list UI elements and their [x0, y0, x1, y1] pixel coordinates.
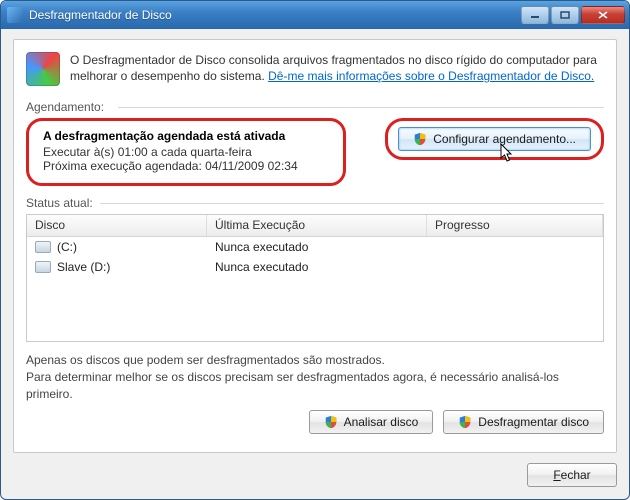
shield-icon	[413, 132, 427, 146]
analyze-label: Analisar disco	[344, 415, 419, 429]
drive-icon	[35, 261, 51, 273]
hint-line1: Apenas os discos que podem ser desfragme…	[26, 352, 604, 369]
close-button[interactable]: Fechar	[527, 463, 617, 487]
maximize-button[interactable]	[551, 6, 579, 24]
disk-list-header: Disco Última Execução Progresso	[27, 215, 603, 237]
schedule-row: A desfragmentação agendada está ativada …	[26, 118, 604, 186]
configure-schedule-button[interactable]: Configurar agendamento...	[398, 127, 591, 151]
defrag-icon	[26, 52, 60, 86]
window-title: Desfragmentador de Disco	[29, 8, 521, 22]
disk-cell: (C:)	[27, 240, 207, 254]
last-run-cell: Nunca executado	[207, 260, 427, 274]
drive-icon	[35, 241, 51, 253]
footer-buttons: Fechar	[13, 463, 617, 487]
intro-section: O Desfragmentador de Disco consolida arq…	[26, 52, 604, 86]
intro-text: O Desfragmentador de Disco consolida arq…	[70, 52, 604, 86]
action-buttons: Analisar disco Desfragmentar disco	[26, 410, 604, 434]
app-icon	[7, 7, 23, 23]
disk-name: Slave (D:)	[57, 260, 110, 274]
column-disk[interactable]: Disco	[27, 215, 207, 236]
column-last-run[interactable]: Última Execução	[207, 215, 427, 236]
defragmenter-window: Desfragmentador de Disco O Desfragmentad…	[0, 0, 630, 500]
schedule-next-run-text: Próxima execução agendada: 04/11/2009 02…	[43, 159, 329, 173]
shield-icon	[458, 415, 472, 429]
window-buttons	[521, 6, 625, 24]
configure-highlight: Configurar agendamento...	[385, 118, 604, 160]
minimize-button[interactable]	[521, 6, 549, 24]
schedule-status-box: A desfragmentação agendada está ativada …	[26, 118, 346, 186]
close-window-button[interactable]	[581, 6, 625, 24]
titlebar: Desfragmentador de Disco	[1, 1, 629, 29]
minimize-icon	[530, 11, 540, 19]
table-row[interactable]: Slave (D:) Nunca executado	[27, 257, 603, 277]
table-row[interactable]: (C:) Nunca executado	[27, 237, 603, 257]
close-label: Fechar	[553, 468, 590, 482]
disk-list-body: (C:) Nunca executado Slave (D:) Nunca ex…	[27, 237, 603, 341]
content-area: O Desfragmentador de Disco consolida arq…	[1, 29, 629, 499]
close-icon	[598, 11, 608, 19]
schedule-label: Agendamento:	[26, 100, 604, 114]
last-run-cell: Nunca executado	[207, 240, 427, 254]
disk-name: (C:)	[57, 240, 77, 254]
shield-icon	[324, 415, 338, 429]
hint-text: Apenas os discos que podem ser desfragme…	[26, 352, 604, 402]
defragment-disk-button[interactable]: Desfragmentar disco	[443, 410, 604, 434]
disk-cell: Slave (D:)	[27, 260, 207, 274]
disk-list: Disco Última Execução Progresso (C:) Nun…	[26, 214, 604, 342]
maximize-icon	[560, 11, 570, 19]
analyze-disk-button[interactable]: Analisar disco	[309, 410, 434, 434]
schedule-time-text: Executar à(s) 01:00 a cada quarta-feira	[43, 145, 329, 159]
configure-schedule-label: Configurar agendamento...	[433, 132, 576, 146]
schedule-enabled-text: A desfragmentação agendada está ativada	[43, 129, 329, 143]
more-info-link[interactable]: Dê-me mais informações sobre o Desfragme…	[268, 69, 594, 83]
hint-line2: Para determinar melhor se os discos prec…	[26, 369, 604, 403]
main-panel: O Desfragmentador de Disco consolida arq…	[13, 39, 617, 453]
defragment-label: Desfragmentar disco	[478, 415, 589, 429]
column-progress[interactable]: Progresso	[427, 215, 603, 236]
status-label: Status atual:	[26, 196, 604, 210]
